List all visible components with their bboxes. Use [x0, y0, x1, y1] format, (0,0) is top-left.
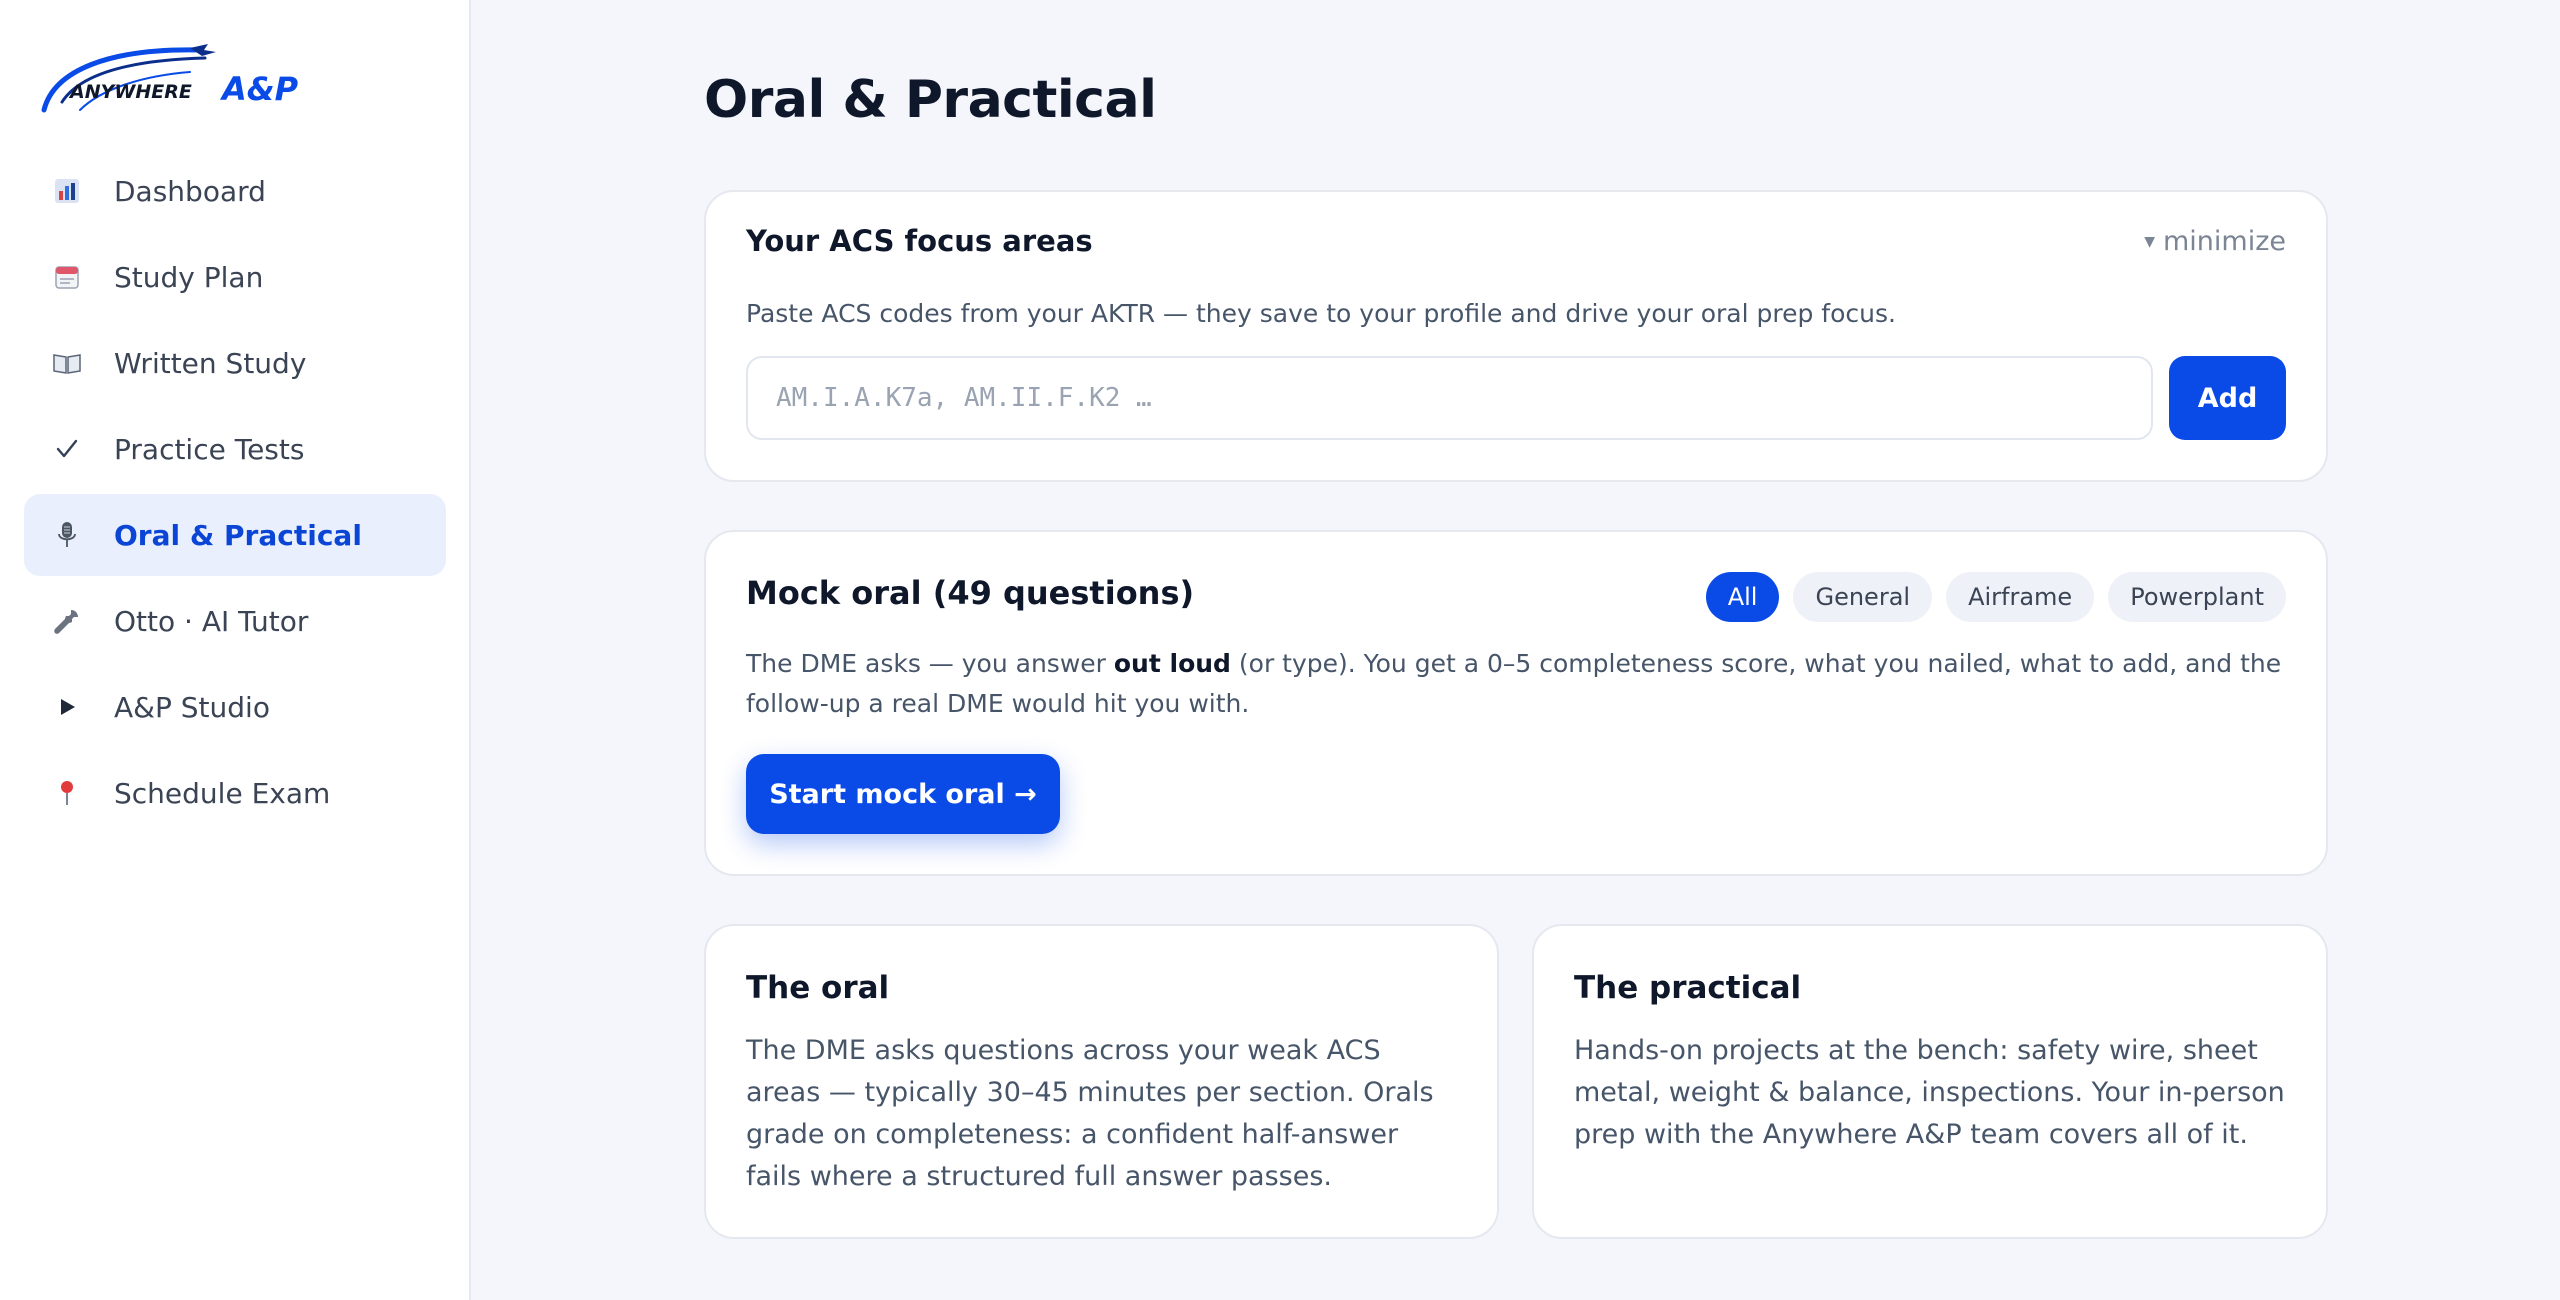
- sidebar-item-label: Written Study: [114, 346, 307, 380]
- sidebar-item-label: Study Plan: [114, 260, 264, 294]
- sidebar-item-label: A&P Studio: [114, 690, 270, 724]
- svg-text:A&P: A&P: [219, 70, 299, 108]
- add-button[interactable]: Add: [2169, 356, 2286, 440]
- checkmark-icon: [50, 432, 84, 466]
- sidebar-nav: Dashboard Study Plan Written Study Pract…: [24, 150, 446, 838]
- sidebar-item-label: Dashboard: [114, 174, 266, 208]
- card-description: Paste ACS codes from your AKTR — they sa…: [746, 299, 1896, 328]
- section-filter-chips: All General Airframe Powerplant: [1705, 572, 2286, 622]
- microphone-icon: [50, 518, 84, 552]
- filter-chip-powerplant[interactable]: Powerplant: [2108, 572, 2286, 622]
- brand-logo[interactable]: ANYWHERE A&P: [40, 40, 330, 120]
- card-description: Hands-on projects at the bench: safety w…: [1574, 1035, 2285, 1150]
- sidebar-item-practice-tests[interactable]: Practice Tests: [24, 408, 446, 490]
- description-emphasis: out loud: [1113, 649, 1231, 678]
- calendar-icon: [50, 260, 84, 294]
- sidebar-item-dashboard[interactable]: Dashboard: [24, 150, 446, 232]
- bar-chart-icon: [50, 174, 84, 208]
- filter-chip-all[interactable]: All: [1705, 572, 1780, 622]
- sidebar-item-ap-studio[interactable]: A&P Studio: [24, 666, 446, 748]
- card-title: The practical: [1574, 970, 1802, 1006]
- practical-info-card: The practical Hands-on projects at the b…: [1532, 924, 2328, 1239]
- card-title: The oral: [746, 970, 890, 1006]
- sidebar-item-study-plan[interactable]: Study Plan: [24, 236, 446, 318]
- sidebar-item-label: Oral & Practical: [114, 518, 362, 552]
- minimize-label: minimize: [2162, 226, 2286, 257]
- sidebar-item-label: Schedule Exam: [114, 776, 331, 810]
- sidebar-item-oral-practical[interactable]: Oral & Practical: [24, 494, 446, 576]
- card-description: The DME asks questions across your weak …: [746, 1035, 1434, 1192]
- mock-oral-card: Mock oral (49 questions) All General Air…: [704, 530, 2328, 876]
- page-title: Oral & Practical: [704, 70, 1157, 130]
- sidebar-item-schedule-exam[interactable]: Schedule Exam: [24, 752, 446, 834]
- play-icon: [50, 690, 84, 724]
- card-title: Your ACS focus areas: [746, 224, 1093, 258]
- description-text: The DME asks — you answer: [746, 649, 1114, 678]
- card-description: The DME asks — you answer out loud (or t…: [746, 644, 2286, 724]
- sidebar-item-label: Otto · AI Tutor: [114, 604, 309, 638]
- svg-text:ANYWHERE: ANYWHERE: [68, 81, 192, 103]
- filter-chip-airframe[interactable]: Airframe: [1946, 572, 2095, 622]
- card-title: Mock oral (49 questions): [746, 574, 1195, 612]
- minimize-toggle[interactable]: ▼ minimize: [2144, 226, 2286, 257]
- caret-down-icon: ▼: [2144, 233, 2155, 250]
- logo-swoosh-icon: ANYWHERE A&P: [41, 44, 299, 113]
- sidebar-item-otto-ai-tutor[interactable]: Otto · AI Tutor: [24, 580, 446, 662]
- sidebar-item-written-study[interactable]: Written Study: [24, 322, 446, 404]
- wrench-icon: [50, 604, 84, 638]
- start-mock-oral-button[interactable]: Start mock oral →: [746, 754, 1060, 834]
- filter-chip-general[interactable]: General: [1793, 572, 1933, 622]
- location-pin-icon: [50, 776, 84, 810]
- acs-focus-card: Your ACS focus areas ▼ minimize Paste AC…: [704, 190, 2328, 482]
- sidebar-item-label: Practice Tests: [114, 432, 305, 466]
- sidebar: ANYWHERE A&P Dashboard Study Plan Writte…: [0, 0, 471, 1300]
- acs-codes-input[interactable]: [746, 356, 2153, 440]
- oral-info-card: The oral The DME asks questions across y…: [704, 924, 1499, 1239]
- open-book-icon: [50, 346, 84, 380]
